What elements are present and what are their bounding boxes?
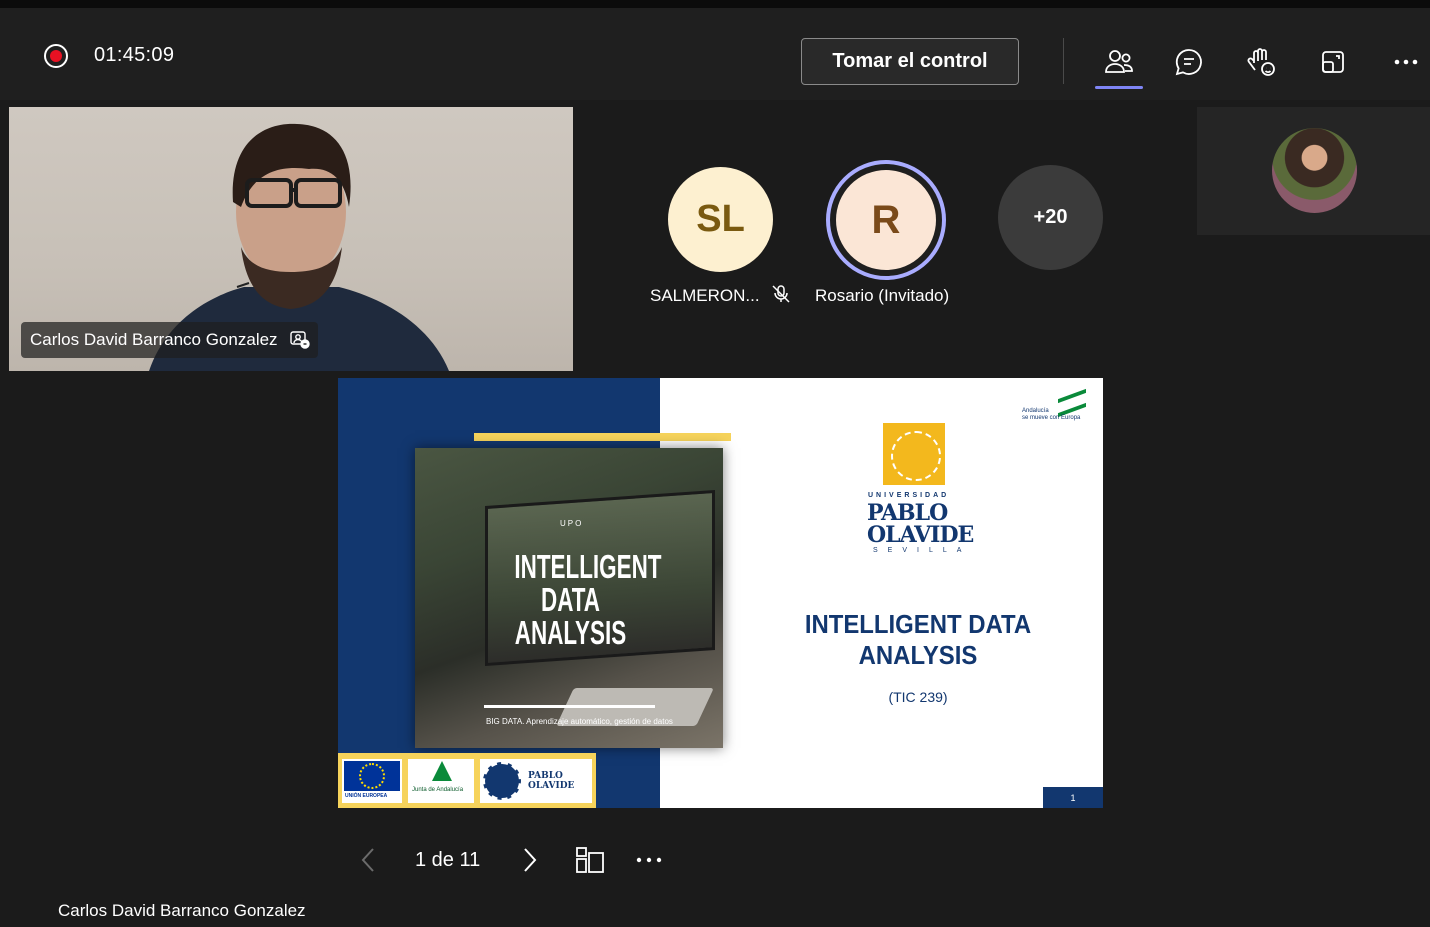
next-slide-button[interactable] bbox=[520, 845, 540, 875]
people-active-indicator bbox=[1095, 86, 1143, 89]
previous-slide-button[interactable] bbox=[358, 845, 378, 875]
slide-divider bbox=[484, 705, 655, 708]
spotlight-icon[interactable] bbox=[289, 331, 310, 349]
slide-more-options-button[interactable] bbox=[635, 845, 665, 875]
participant-photo-avatar bbox=[1272, 128, 1357, 213]
slide-page-number: 1 bbox=[1043, 787, 1103, 808]
junta-logo-text: Junta de Andalucía bbox=[412, 787, 464, 793]
shared-presentation-slide: UPO INTELLIGENT DATA ANALYSIS BIG DATA. … bbox=[338, 378, 1103, 808]
eu-logo-text: UNIÓN EUROPEA bbox=[345, 793, 388, 799]
andalucia-text-2: se mueve con Europa bbox=[1022, 415, 1081, 421]
chat-icon[interactable] bbox=[1169, 42, 1209, 82]
eu-flag-icon bbox=[344, 761, 400, 791]
presenter-name: Carlos David Barranco Gonzalez bbox=[58, 901, 306, 920]
meeting-toolbar: 01:45:09 Tomar el control bbox=[0, 0, 1430, 100]
avatar-initials: R bbox=[871, 197, 901, 242]
andalucia-text-1: Andalucía bbox=[1022, 408, 1049, 414]
upo-name-line2: OLAVIDE bbox=[867, 522, 974, 548]
chevron-right-icon bbox=[524, 848, 537, 872]
upo-university-label: UNIVERSIDAD bbox=[868, 492, 950, 499]
eu-logo: UNIÓN EUROPEA bbox=[342, 759, 402, 803]
toolbar-divider bbox=[1063, 38, 1064, 84]
slide-overview-button[interactable] bbox=[575, 845, 605, 875]
upo-name-line1: PABLO bbox=[867, 500, 948, 526]
meeting-timer: 01:45:09 bbox=[94, 44, 175, 66]
funding-logos-strip: UNIÓN EUROPEA Junta de Andalucía PABLO O… bbox=[338, 753, 596, 808]
avatar-rosario: R bbox=[836, 170, 936, 270]
people-icon[interactable] bbox=[1099, 42, 1139, 82]
share-tray-icon[interactable] bbox=[1313, 42, 1353, 82]
more-options-icon bbox=[636, 857, 662, 863]
slide-title: INTELLIGENT DATA ANALYSIS bbox=[771, 609, 1065, 671]
mic-off-icon bbox=[772, 285, 790, 303]
participant-label-salmeron: SALMERON... bbox=[650, 286, 760, 305]
junta-emblem-icon bbox=[432, 761, 452, 781]
slide-course-code: (TIC 239) bbox=[888, 689, 948, 705]
more-options-icon[interactable] bbox=[1386, 42, 1426, 82]
junta-logo: Junta de Andalucía bbox=[408, 759, 474, 803]
upo-small-logo-text: PABLO OLAVIDE bbox=[528, 771, 575, 791]
upo-city: SEVILLA bbox=[873, 547, 972, 554]
grid-view-icon bbox=[576, 847, 604, 873]
take-control-button[interactable]: Tomar el control bbox=[801, 38, 1019, 85]
slide-title-line2: ANALYSIS bbox=[858, 640, 978, 670]
slide-cover-title: INTELLIGENT DATA ANALYSIS bbox=[514, 548, 662, 651]
more-participants-button[interactable]: +20 bbox=[998, 165, 1103, 270]
participant-name: Carlos David Barranco Gonzalez bbox=[30, 330, 278, 349]
slide-counter: 1 de 11 bbox=[415, 848, 481, 871]
raise-hand-icon[interactable] bbox=[1241, 42, 1281, 82]
chevron-left-icon bbox=[361, 848, 374, 872]
participant-label-rosario: Rosario (Invitado) bbox=[815, 286, 950, 305]
recording-icon bbox=[44, 44, 68, 68]
avatar-rosario-speaking-ring[interactable]: R bbox=[826, 160, 946, 280]
slide-cover-subtitle: BIG DATA. Aprendizaje automático, gestió… bbox=[486, 717, 673, 726]
upo-small-logo: PABLO OLAVIDE bbox=[480, 759, 592, 803]
upo-university-name: PABLO OLAVIDE bbox=[867, 500, 974, 548]
slide-title-line1: INTELLIGENT DATA bbox=[804, 609, 1032, 639]
slide-upo-tag: UPO bbox=[560, 519, 584, 528]
andalucia-text: Andalucía se mueve con Europa bbox=[1022, 408, 1080, 422]
upo-emblem-icon bbox=[883, 423, 945, 485]
more-participants-count: +20 bbox=[1033, 206, 1068, 228]
slide-accent-bar bbox=[474, 433, 731, 441]
avatar-sl[interactable]: SL bbox=[668, 167, 773, 272]
avatar-initials: SL bbox=[696, 198, 745, 240]
participant-name-plate: Carlos David Barranco Gonzalez bbox=[21, 322, 318, 358]
upo-seal-icon bbox=[483, 762, 521, 800]
andalucia-europa-logo: Andalucía se mueve con Europa bbox=[1022, 388, 1092, 428]
